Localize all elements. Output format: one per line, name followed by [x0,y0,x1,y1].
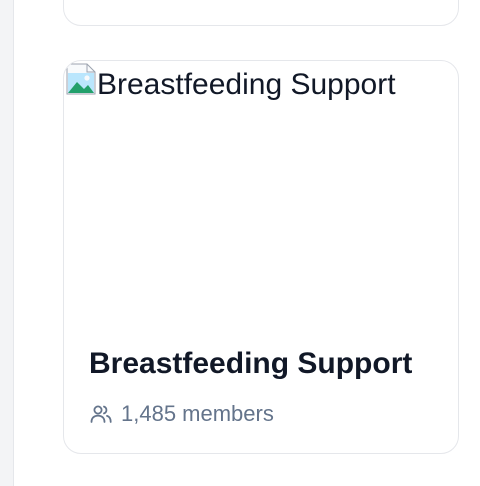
left-rail [0,0,14,486]
member-count: 1,485 members [89,399,274,429]
users-icon [89,402,113,426]
broken-image-icon [65,62,97,96]
previous-group-card[interactable] [63,0,459,26]
member-count-label: 1,485 members [121,401,274,426]
group-title[interactable]: Breastfeeding Support [89,345,412,383]
group-cover-image: Breastfeeding Support [64,61,458,311]
group-card-breastfeeding-support[interactable]: Breastfeeding Support Breastfeeding Supp… [63,60,459,454]
cover-image-alt-text: Breastfeeding Support [97,68,396,101]
